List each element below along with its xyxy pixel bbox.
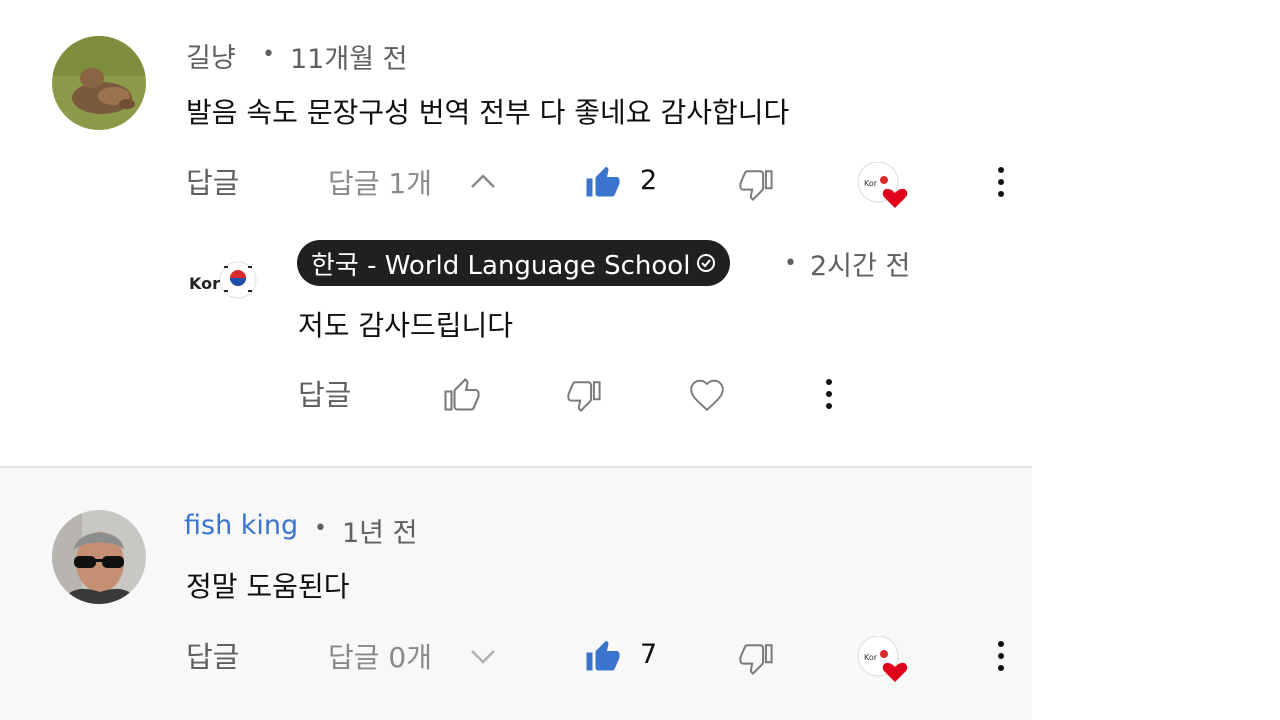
avatar[interactable]	[52, 510, 146, 604]
more-vert-icon[interactable]	[818, 376, 840, 412]
like-count: 2	[640, 165, 658, 196]
svg-text:Kor: Kor	[864, 653, 878, 662]
thumb-down-icon[interactable]	[737, 167, 775, 201]
separator-dot: •	[314, 516, 327, 541]
thumb-down-icon[interactable]	[737, 641, 775, 675]
reply-avatar[interactable]: Kor	[188, 254, 260, 310]
like-count: 7	[640, 639, 658, 670]
chevron-down-icon[interactable]	[470, 648, 496, 666]
comments-page: 길냥 • 11개월 전 발음 속도 문장구성 번역 전부 다 좋네요 감사합니다…	[0, 0, 1280, 720]
thumb-up-icon[interactable]	[584, 639, 622, 675]
replies-toggle-button[interactable]: 답글 1개	[328, 162, 432, 202]
more-vert-icon[interactable]	[990, 638, 1012, 674]
comment-thread: 길냥 • 11개월 전 발음 속도 문장구성 번역 전부 다 좋네요 감사합니다…	[0, 0, 1032, 466]
comment-text: 발음 속도 문장구성 번역 전부 다 좋네요 감사합니다	[186, 96, 790, 129]
channel-owner-badge[interactable]: 한국 - World Language School	[297, 240, 731, 286]
reply-button[interactable]: 답글	[298, 372, 351, 414]
comment-text: 정말 도움된다	[186, 570, 350, 603]
reply-text: 저도 감사드립니다	[298, 309, 513, 342]
replies-toggle-button[interactable]: 답글 0개	[328, 636, 432, 676]
creator-heart-icon[interactable]: Kor	[856, 161, 910, 210]
more-vert-icon[interactable]	[990, 164, 1012, 200]
reply-button[interactable]: 답글	[186, 634, 239, 676]
creator-heart-icon[interactable]: Kor	[856, 635, 910, 684]
verified-check-icon	[697, 254, 716, 272]
avatar-text: Kor	[189, 274, 220, 293]
comment-thread: fish king • 1년 전 정말 도움된다 답글 답글 0개 7 Kor	[0, 468, 1032, 720]
reply-author: 한국 - World Language School	[311, 250, 691, 281]
comment-time[interactable]: 1년 전	[342, 511, 417, 550]
separator-dot: •	[262, 42, 275, 67]
reply-button[interactable]: 답글	[186, 160, 239, 202]
comment-author[interactable]: 길냥	[186, 36, 236, 75]
heart-icon[interactable]	[687, 376, 727, 414]
reply-time[interactable]: 2시간 전	[810, 244, 910, 283]
comment-author[interactable]: fish king	[184, 510, 298, 541]
avatar[interactable]	[52, 36, 146, 130]
comment-time[interactable]: 11개월 전	[290, 37, 407, 76]
svg-text:Kor: Kor	[864, 179, 878, 188]
thumb-up-icon[interactable]	[443, 378, 481, 414]
thumb-down-icon[interactable]	[565, 378, 603, 412]
chevron-up-icon[interactable]	[470, 172, 496, 190]
separator-dot: •	[784, 251, 797, 276]
thumb-up-icon[interactable]	[584, 165, 622, 201]
